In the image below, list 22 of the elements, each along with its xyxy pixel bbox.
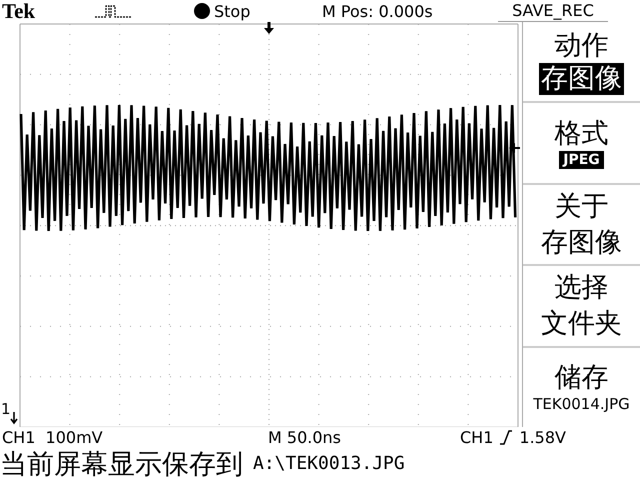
trigger-source: CH1 (460, 428, 494, 446)
channel-scale: CH1 100mV (2, 428, 104, 446)
position-readout: M Pos: 0.000s (322, 2, 434, 20)
status-message: 当前屏幕显示保存到 (0, 448, 243, 480)
trigger-level-marker (509, 143, 520, 153)
menu-title: SAVE_REC (498, 0, 608, 22)
run-state: Stop (214, 2, 252, 20)
menu-option[interactable]: 格式 JPEG (523, 103, 640, 185)
menu-option[interactable]: 动作 存图像 (523, 22, 640, 104)
brand-logo: Tek (2, 0, 36, 24)
trigger-level: 1.58V (519, 428, 566, 446)
file-path: A:\TEK0013.JPG (253, 453, 405, 474)
rising-edge-icon (499, 429, 514, 445)
timebase: M 50.0ns (268, 428, 342, 446)
menu-option[interactable]: 储存 TEK0014.JPG (523, 348, 640, 428)
stop-dot-icon (194, 3, 210, 19)
ground-marker-arrow (10, 411, 18, 424)
pulse-icon (94, 4, 132, 18)
menu-option[interactable]: 关于 存图像 (523, 184, 640, 266)
trigger-position-marker (264, 22, 274, 34)
channel-marker: 1 (1, 402, 11, 417)
menu-option[interactable]: 选择 文件夹 (523, 266, 640, 348)
